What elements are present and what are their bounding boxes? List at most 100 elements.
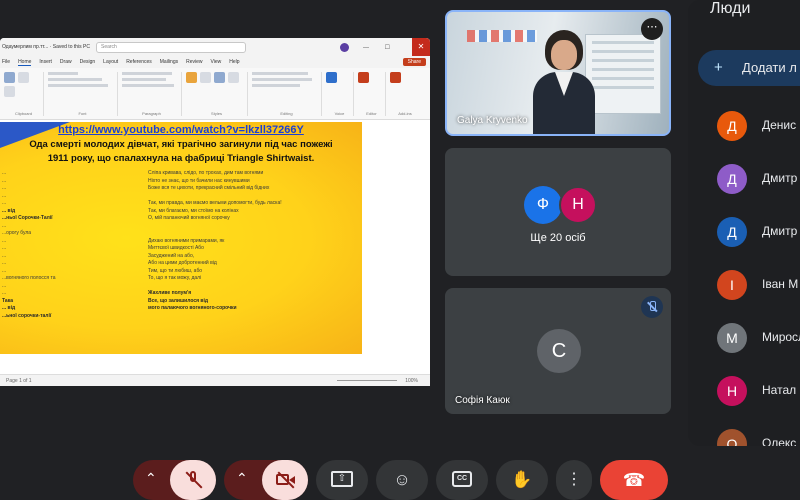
menu-item-view[interactable]: View	[211, 59, 222, 65]
people-list-item[interactable]: О Олекс	[688, 426, 800, 446]
menu-item-home[interactable]: Home	[18, 59, 32, 66]
participant-name: Софія Каюк	[455, 395, 510, 406]
poem-line	[148, 283, 308, 291]
avatar: Д	[717, 217, 747, 247]
more-options-icon[interactable]: ⋯	[641, 18, 663, 40]
zoom-slider[interactable]	[337, 380, 398, 381]
ribbon-editor[interactable]: Editor	[358, 72, 386, 116]
share-button[interactable]: Share	[402, 58, 426, 66]
captions-button[interactable]: CC	[436, 460, 488, 500]
poem-line: ...	[2, 290, 7, 296]
menu-item-draw[interactable]: Draw	[60, 59, 72, 65]
more-vert-icon: ⋮	[566, 471, 582, 488]
avatar: М	[717, 323, 747, 353]
menu-item-references[interactable]: References	[126, 59, 152, 65]
menu-item-design[interactable]: Design	[80, 59, 96, 65]
participant-name: Іван М	[762, 277, 799, 291]
menu-item-mailings[interactable]: Mailings	[160, 59, 178, 65]
ribbon-clipboard[interactable]: Clipboard	[4, 72, 44, 116]
add-people-button[interactable]: + Додати л	[698, 50, 800, 86]
styles-icon[interactable]	[186, 72, 197, 83]
mic-off-icon	[641, 296, 663, 318]
search-input[interactable]: Search	[96, 41, 246, 53]
copy-icon[interactable]	[4, 86, 15, 97]
ribbon-addins[interactable]: Add-ins	[390, 72, 420, 116]
poem-line: ...	[2, 200, 7, 206]
people-list-item[interactable]: І Іван М	[688, 267, 800, 320]
paste-icon[interactable]	[4, 72, 15, 83]
others-tile[interactable]: Ф Н Ще 20 осіб	[445, 148, 671, 276]
reactions-button[interactable]: ☺	[376, 460, 428, 500]
slide-heading: Ода смерті молодих дівчат, які трагічно …	[29, 139, 333, 164]
speaker-tile[interactable]: ⋯ Galya Kryvenko	[445, 10, 671, 136]
dictate-icon[interactable]	[326, 72, 337, 83]
poem-line: мого палаючого вогняного-сорочки	[148, 305, 237, 311]
avatar: Д	[717, 164, 747, 194]
participant-name: Дмитр	[762, 224, 798, 238]
emoji-icon: ☺	[393, 470, 411, 489]
ribbon-editing[interactable]: Editing	[252, 72, 322, 116]
menu-item-help[interactable]: Help	[229, 59, 239, 65]
document-slide: https://www.youtube.com/watch?v=lkzll372…	[0, 122, 362, 354]
participant-name: Олекс	[762, 436, 797, 446]
people-list-item[interactable]: М Миросл	[688, 320, 800, 373]
poem-line: ...	[2, 237, 7, 244]
avatar: О	[717, 429, 747, 446]
addins-icon[interactable]	[390, 72, 401, 83]
more-styles-icon[interactable]	[228, 72, 239, 83]
close-window-button[interactable]: ✕	[412, 38, 430, 56]
word-ribbon: Clipboard Font Paragraph Styles Editing …	[0, 68, 430, 120]
people-list-item[interactable]: Д Денис	[688, 108, 800, 161]
people-list-item[interactable]: Д Дмитр	[688, 214, 800, 267]
video-options-chevron-icon[interactable]: ⌃	[236, 470, 248, 487]
styles-pane-icon[interactable]	[200, 72, 211, 83]
mic-toggle-button[interactable]	[170, 460, 216, 500]
poem-line: Тим, що ти любиш, або	[148, 267, 203, 274]
menu-item-insert[interactable]: Insert	[39, 59, 52, 65]
panel-title: Люди	[710, 0, 751, 17]
word-status-bar: Page 1 of 1 100%	[0, 374, 430, 386]
poem-line: ...	[2, 192, 7, 199]
others-count: Ще 20 осіб	[530, 232, 586, 244]
poem-line	[148, 230, 308, 238]
participant-name: Натал	[762, 383, 797, 397]
ribbon-paragraph[interactable]: Paragraph	[122, 72, 182, 116]
poem-line: Дихаю вогняними примарами, як	[148, 237, 225, 244]
avatar: Н	[717, 376, 747, 406]
ribbon-voice[interactable]: Voice	[326, 72, 354, 116]
poem-line: Так, ми правда, ми маємо вельми допомогт…	[148, 200, 282, 206]
meet-screen: Одаумерлим пр.тт... · Saved to this PC S…	[0, 0, 800, 500]
poem-line: ...орогу була	[2, 230, 32, 236]
poem-left-column: .................. від ...ньої Сорочки-Та…	[2, 170, 112, 320]
hand-icon: ✋	[511, 470, 533, 489]
zoom-level[interactable]: 100%	[405, 378, 418, 384]
people-list-item[interactable]: Д Дмитр	[688, 161, 800, 214]
more-options-button[interactable]: ⋮	[556, 460, 592, 500]
video-group: ⌃	[224, 460, 308, 500]
format-icon[interactable]	[214, 72, 225, 83]
poem-line: ...	[2, 177, 7, 184]
youtube-link[interactable]: https://www.youtube.com/watch?v=lkzll372…	[0, 124, 362, 136]
poem-line: ...ьної сорочки-талії	[2, 312, 52, 319]
window-controls[interactable]: — ☐	[363, 44, 397, 51]
menu-item-file[interactable]: File	[2, 59, 10, 65]
menu-item-review[interactable]: Review	[186, 59, 202, 65]
cut-icon[interactable]	[18, 72, 29, 83]
menu-item-layout[interactable]: Layout	[103, 59, 118, 65]
audio-options-chevron-icon[interactable]: ⌃	[145, 470, 157, 487]
ribbon-font[interactable]: Font	[48, 72, 118, 116]
leave-call-button[interactable]: ☎	[600, 460, 668, 500]
poem-line: Так, ми благаємо, ми стоїмо на колінах	[148, 207, 239, 214]
poem-line: ...	[2, 282, 7, 289]
add-person-icon: +	[714, 59, 723, 76]
account-avatar[interactable]	[340, 42, 349, 52]
ribbon-styles[interactable]: Styles	[186, 72, 248, 116]
editor-icon[interactable]	[358, 72, 369, 83]
poem-line: Така	[2, 297, 13, 304]
people-list-item[interactable]: Н Натал	[688, 373, 800, 426]
poem-line: Жахливе полум'я	[148, 290, 192, 296]
participant-tile[interactable]: С Софія Каюк	[445, 288, 671, 414]
present-button[interactable]: ⇧	[316, 460, 368, 500]
camera-toggle-button[interactable]	[262, 460, 308, 500]
raise-hand-button[interactable]: ✋	[496, 460, 548, 500]
